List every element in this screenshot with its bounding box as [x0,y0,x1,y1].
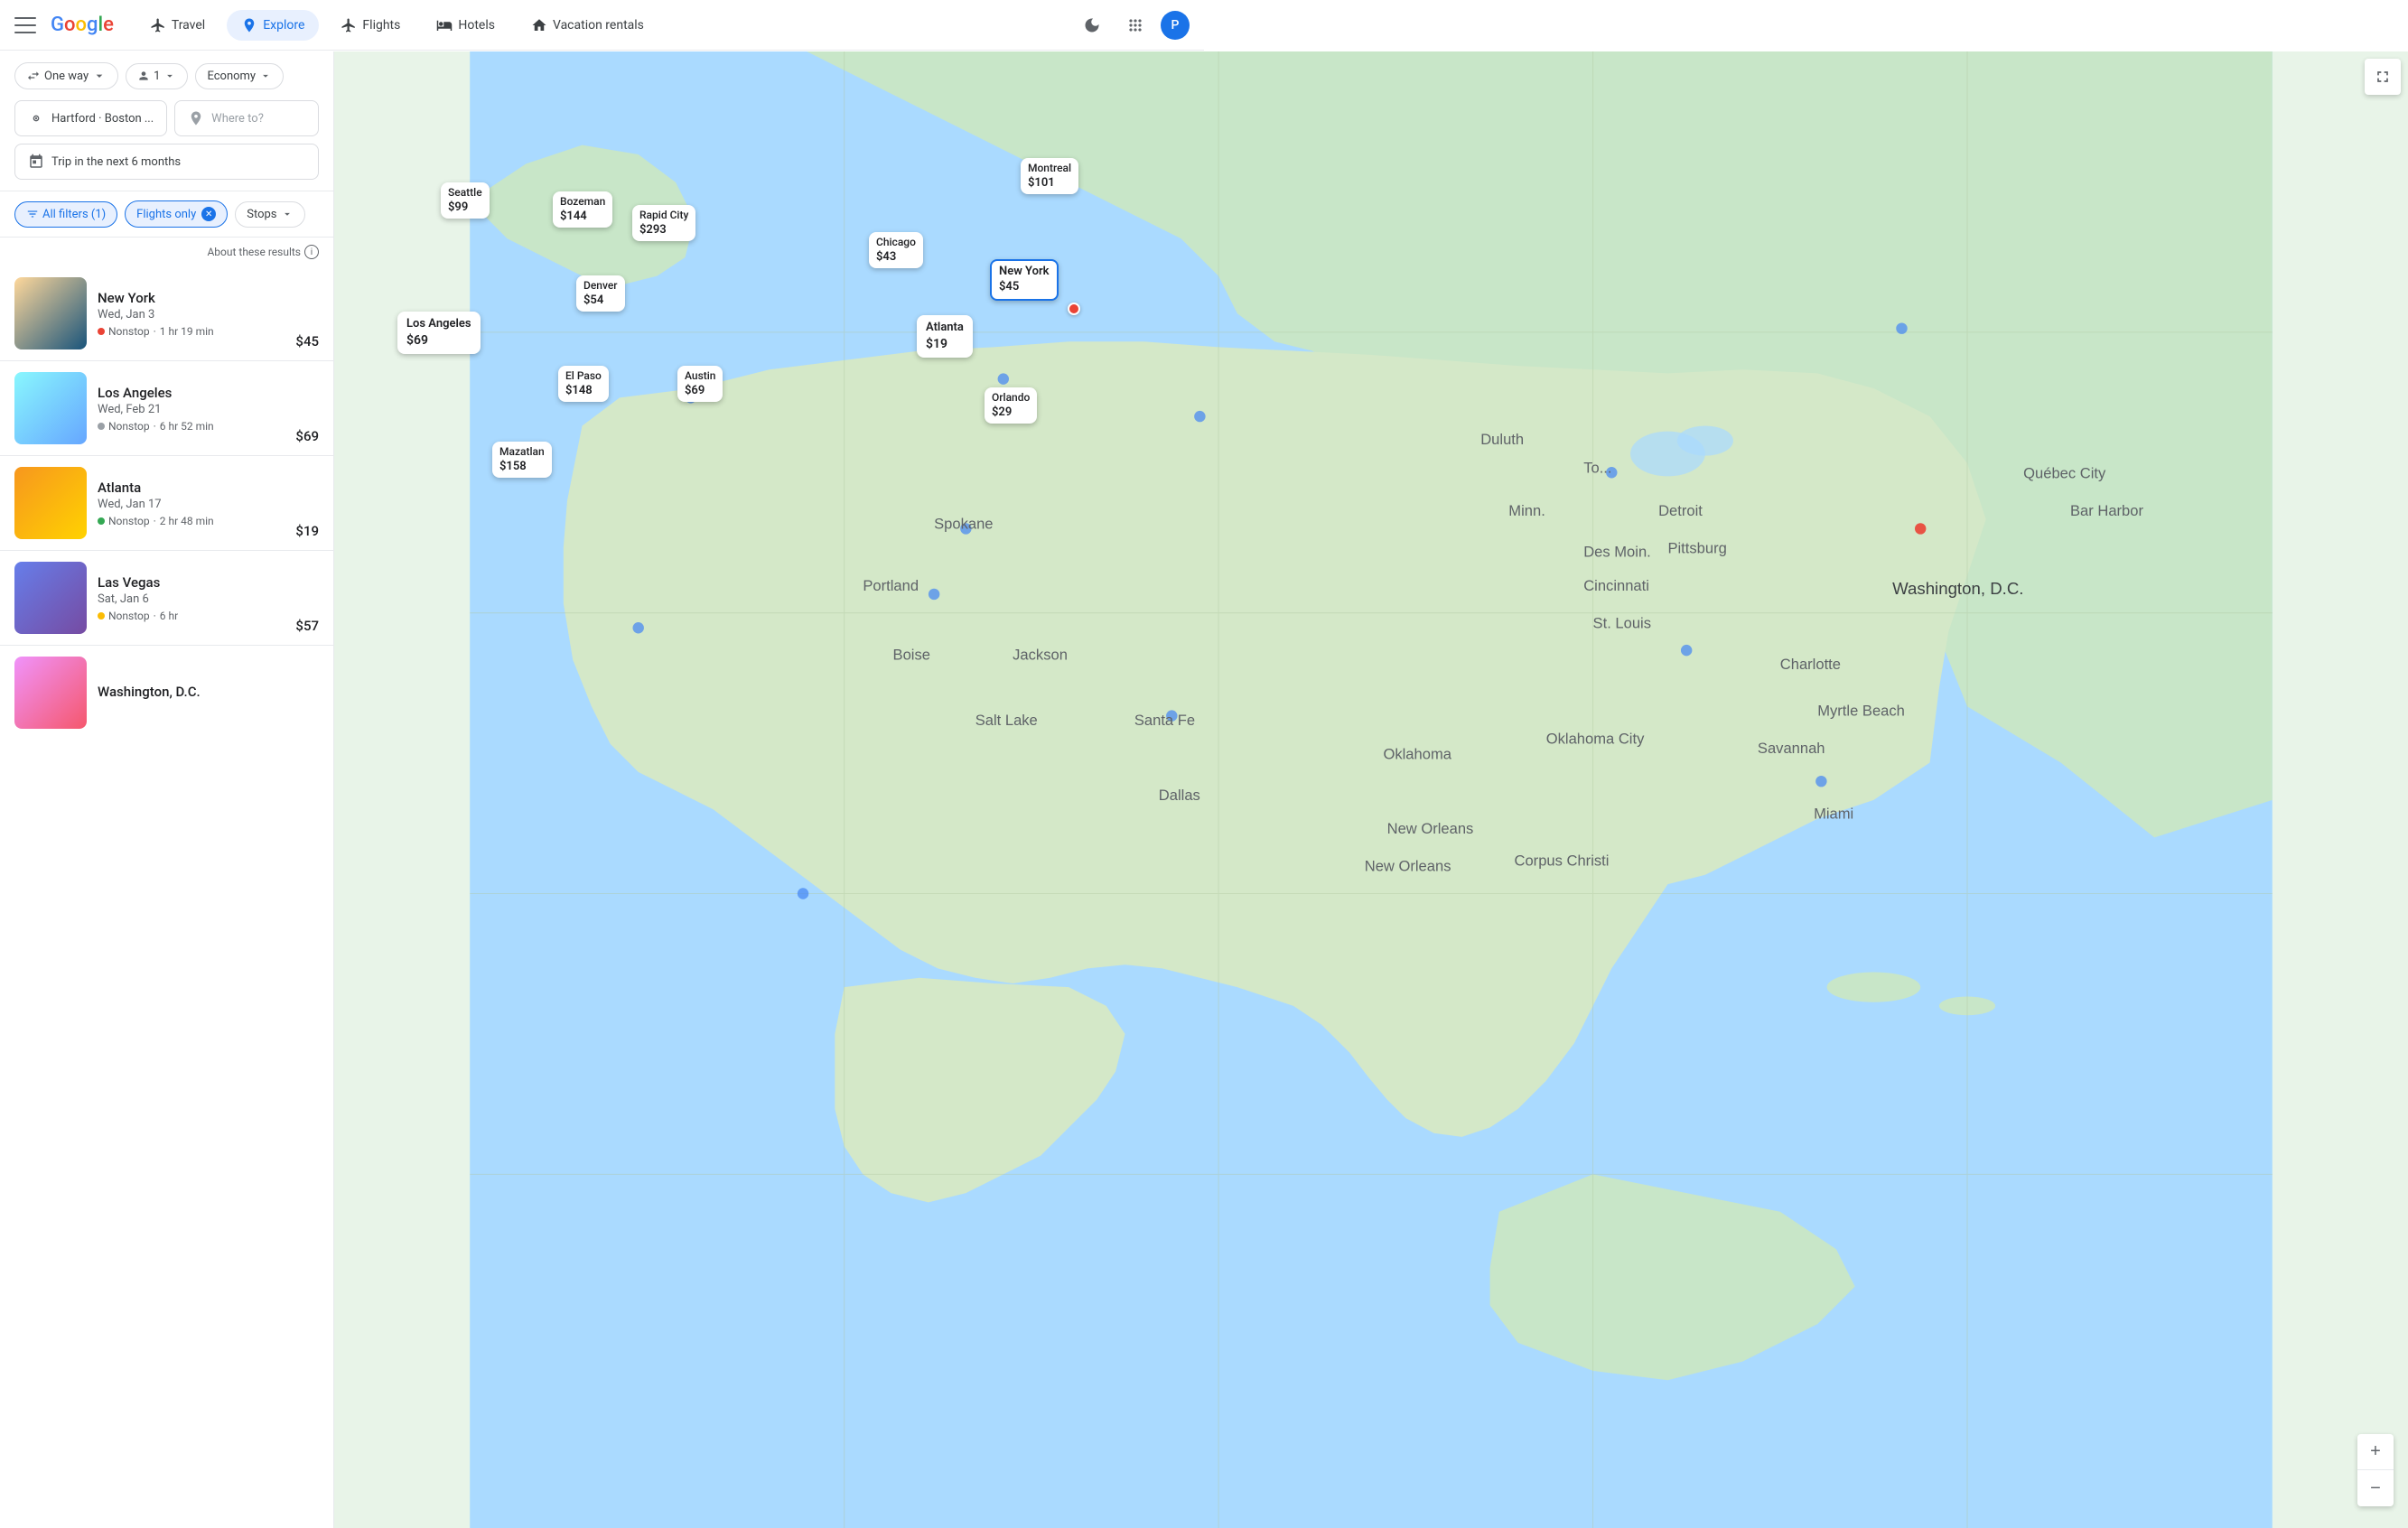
svg-text:To...: To... [1583,459,1611,476]
map-label-new-york[interactable]: New York $45 [990,259,1059,301]
svg-text:New Orleans: New Orleans [1365,858,1451,875]
map-label-chicago[interactable]: Chicago $43 [869,232,923,268]
svg-text:Myrtle Beach: Myrtle Beach [1817,703,1905,720]
card-image-atlanta [14,467,87,539]
results-header: About these results i [0,238,333,266]
trip-type-button[interactable]: One way [14,62,118,89]
card-info-los-angeles: Los Angeles Wed, Feb 21 Nonstop · 6 hr 5… [98,385,285,433]
map-svg: Washington, D.C. Spokane Portland Boise … [334,51,2408,1528]
svg-text:Salt Lake: Salt Lake [975,712,1038,729]
airline-indicator [98,612,105,620]
flights-only-close[interactable]: ✕ [201,207,216,221]
nav-explore[interactable]: Explore [227,10,319,41]
top-nav: Google Travel Explore Flights Hotels Vac… [0,0,1204,51]
card-flight-los-angeles: Nonstop · 6 hr 52 min [98,420,285,433]
zoom-out-button[interactable]: − [2357,1470,2394,1506]
menu-icon[interactable] [14,14,36,36]
user-avatar[interactable]: P [1161,11,1190,40]
map-label-denver[interactable]: Denver $54 [576,275,625,312]
svg-text:Detroit: Detroit [1658,502,1703,519]
map-label-seattle[interactable]: Seattle $99 [441,182,490,219]
svg-text:Oklahoma City: Oklahoma City [1546,731,1645,748]
map-label-bozeman[interactable]: Bozeman $144 [553,191,612,228]
map-label-atlanta[interactable]: Atlanta $19 [917,315,973,358]
result-card-washington[interactable]: Washington, D.C. [0,646,333,740]
card-image-washington [14,657,87,729]
map-label-orlando[interactable]: Orlando $29 [985,387,1037,424]
svg-text:Washington, D.C.: Washington, D.C. [1892,579,2023,598]
origin-field[interactable]: Hartford · Boston ... [14,100,167,136]
airline-indicator [98,423,105,430]
card-info-washington: Washington, D.C. [98,684,319,702]
apps-button[interactable] [1117,7,1153,43]
date-field[interactable]: Trip in the next 6 months [14,144,319,180]
results-list: New York Wed, Jan 3 Nonstop · 1 hr 19 mi… [0,266,333,740]
card-info-atlanta: Atlanta Wed, Jan 17 Nonstop · 2 hr 48 mi… [98,480,285,527]
airline-indicator [98,328,105,335]
svg-text:Bar Harbor: Bar Harbor [2070,502,2143,519]
class-button[interactable]: Economy [195,63,284,89]
svg-text:Québec City: Québec City [2023,464,2106,481]
card-info-las-vegas: Las Vegas Sat, Jan 6 Nonstop · 6 hr [98,574,285,622]
zoom-in-button[interactable]: + [2357,1434,2394,1470]
svg-text:Portland: Portland [863,577,919,594]
card-flight-new-york: Nonstop · 1 hr 19 min [98,325,285,338]
card-flight-atlanta: Nonstop · 2 hr 48 min [98,515,285,527]
result-card-new-york[interactable]: New York Wed, Jan 3 Nonstop · 1 hr 19 mi… [0,266,333,361]
map-label-el-paso[interactable]: El Paso $148 [558,366,609,402]
result-card-las-vegas[interactable]: Las Vegas Sat, Jan 6 Nonstop · 6 hr $57 [0,551,333,646]
svg-text:New Orleans: New Orleans [1387,820,1474,837]
all-filters-button[interactable]: All filters (1) [14,201,117,228]
svg-text:Charlotte: Charlotte [1780,656,1841,673]
svg-text:Savannah: Savannah [1758,740,1825,757]
passengers-button[interactable]: 1 [126,63,188,89]
result-card-atlanta[interactable]: Atlanta Wed, Jan 17 Nonstop · 2 hr 48 mi… [0,456,333,551]
svg-text:Cincinnati: Cincinnati [1583,577,1649,594]
result-card-los-angeles[interactable]: Los Angeles Wed, Feb 21 Nonstop · 6 hr 5… [0,361,333,456]
svg-text:Oklahoma: Oklahoma [1383,745,1451,762]
map-label-montreal[interactable]: Montreal $101 [1021,158,1078,194]
expand-map-button[interactable] [2365,59,2401,95]
svg-text:Jackson: Jackson [1013,646,1068,663]
filters-row: All filters (1) Flights only ✕ Stops [0,191,333,238]
new-york-pin [1068,303,1080,315]
zoom-controls: + − [2357,1434,2394,1506]
svg-text:Spokane: Spokane [934,515,993,532]
destination-field[interactable]: Where to? [174,100,319,136]
map-label-mazatlan[interactable]: Mazatlan $158 [492,442,552,478]
svg-text:Boise: Boise [893,646,930,663]
google-logo[interactable]: Google [51,14,114,36]
svg-text:St. Louis: St. Louis [1593,614,1651,631]
airline-indicator [98,517,105,525]
svg-text:Minn.: Minn. [1508,502,1545,519]
card-image-las-vegas [14,562,87,634]
card-info-new-york: New York Wed, Jan 3 Nonstop · 1 hr 19 mi… [98,290,285,338]
card-image-los-angeles [14,372,87,444]
nav-flights[interactable]: Flights [326,10,415,41]
trip-type-row: One way 1 Economy [14,62,319,89]
map-label-los-angeles[interactable]: Los Angeles $69 [397,312,481,354]
dark-mode-button[interactable] [1074,7,1110,43]
map-area[interactable]: Washington, D.C. Spokane Portland Boise … [334,51,2408,1528]
nav-vacation[interactable]: Vacation rentals [517,10,658,41]
about-results-icon[interactable]: i [304,245,319,259]
svg-text:Miami: Miami [1814,806,1853,823]
map-label-rapid-city[interactable]: Rapid City $293 [632,205,695,241]
nav-hotels[interactable]: Hotels [422,10,509,41]
svg-text:Corpus Christi: Corpus Christi [1515,852,1610,869]
search-controls: One way 1 Economy Hartford · Boston ... … [0,51,333,191]
svg-text:Pittsburg: Pittsburg [1667,539,1726,556]
svg-text:Des Moin.: Des Moin. [1583,544,1651,561]
flights-only-button[interactable]: Flights only ✕ [125,200,228,228]
svg-text:Duluth: Duluth [1480,431,1524,448]
svg-text:Dallas: Dallas [1159,787,1200,804]
search-inputs: Hartford · Boston ... Where to? [14,100,319,136]
stops-button[interactable]: Stops [235,201,304,228]
card-image-new-york [14,277,87,349]
svg-text:Santa Fe: Santa Fe [1134,712,1195,729]
card-flight-las-vegas: Nonstop · 6 hr [98,610,285,622]
nav-travel[interactable]: Travel [135,10,219,41]
left-panel: One way 1 Economy Hartford · Boston ... … [0,51,334,1528]
map-label-austin[interactable]: Austin $69 [677,366,723,402]
